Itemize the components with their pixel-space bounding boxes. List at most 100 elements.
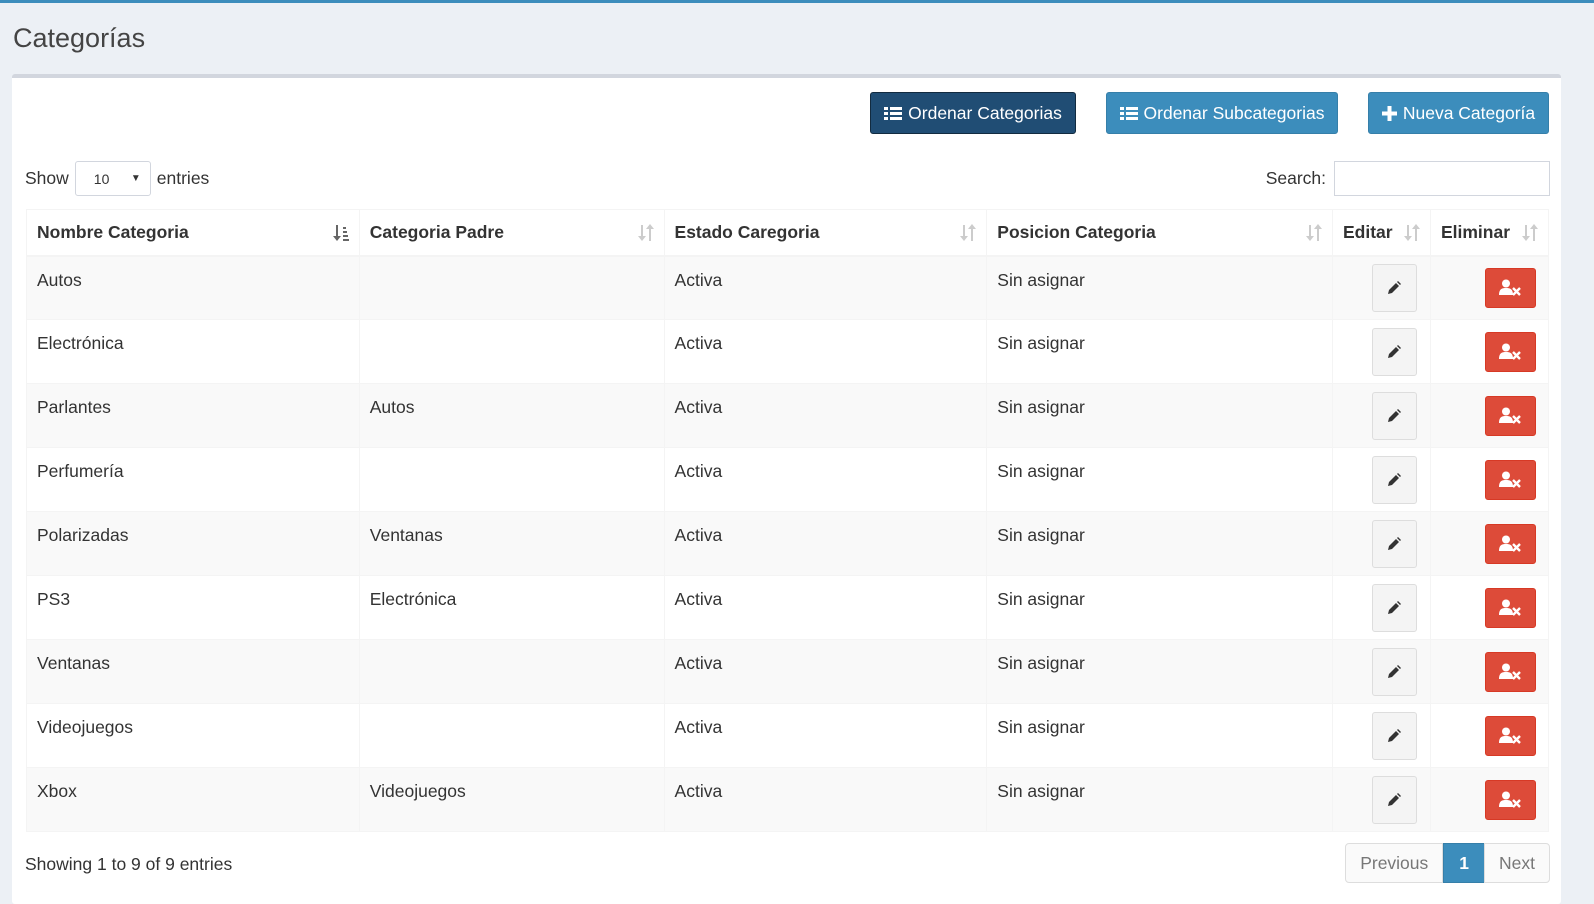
position-cell: Sin asignar [986,575,1333,640]
search-label: Search: [1265,168,1326,188]
user-times-icon [1499,663,1522,680]
position-cell: Sin asignar [986,767,1333,832]
order-subcategories-button[interactable]: Ordenar Subcategorias [1106,92,1338,134]
column-header[interactable]: Categoria Padre [358,209,665,257]
order-categories-button[interactable]: Ordenar Categorias [870,92,1076,134]
column-header[interactable]: Estado Caregoria [663,209,988,257]
plus-icon [1381,105,1397,121]
parent-category-cell [358,319,665,384]
table-row: Ventanas Activa Sin asignar [26,639,1550,704]
category-name-cell: Perfumería [26,447,360,512]
pencil-icon [1388,600,1402,614]
delete-cell [1429,767,1550,832]
edit-cell [1332,575,1431,640]
sort-icon [1403,224,1420,241]
parent-category-cell: Electrónica [358,575,665,640]
pencil-icon [1388,792,1402,806]
delete-button[interactable] [1484,779,1536,820]
table-row: Electrónica Activa Sin asignar [26,319,1550,384]
position-cell: Sin asignar [986,383,1333,448]
page-1-button[interactable]: 1 [1443,843,1486,883]
edit-button[interactable] [1371,455,1417,504]
sort-icon [1522,224,1538,241]
edit-button[interactable] [1371,775,1417,824]
status-cell: Activa [663,575,988,640]
new-category-button[interactable]: Nueva Categoría [1368,92,1549,134]
pagination: Previous 1 Next [1345,843,1550,883]
column-header[interactable]: Editar [1332,209,1431,257]
table-row: PS3 Electrónica Activa Sin asignar [26,575,1550,640]
category-name-cell: Ventanas [26,639,360,704]
page-size-select[interactable]: 10 ▼ [74,161,151,196]
new-category-label: Nueva Categoría [1402,102,1536,123]
user-times-icon [1499,535,1522,552]
pencil-icon [1388,472,1402,486]
delete-button[interactable] [1484,459,1536,500]
sort-icon [960,224,977,241]
search-input[interactable] [1334,161,1550,196]
delete-button[interactable] [1484,523,1536,564]
page-size-value: 10 [93,170,110,187]
table-row: Videojuegos Activa Sin asignar [26,703,1550,768]
table-header-row: Nombre Categoria Categoria Padre Estado … [26,209,1550,257]
edit-cell [1332,511,1431,576]
table-row: Parlantes Autos Activa Sin asignar [26,383,1550,448]
edit-button[interactable] [1371,711,1417,760]
pencil-icon [1388,280,1402,294]
list-icon [884,106,903,121]
edit-cell [1332,255,1431,320]
edit-button[interactable] [1371,327,1417,376]
sort-icon [1306,224,1322,241]
user-times-icon [1499,727,1522,744]
previous-page-button[interactable]: Previous [1345,843,1444,883]
edit-button[interactable] [1371,647,1417,696]
delete-button[interactable] [1484,331,1536,372]
status-cell: Activa [663,255,988,320]
page-title: Categorías [13,23,146,53]
edit-button[interactable] [1371,391,1417,440]
parent-category-cell: Autos [358,383,665,448]
user-times-icon [1499,279,1522,297]
next-page-button[interactable]: Next [1484,843,1550,883]
delete-button[interactable] [1484,395,1536,436]
parent-category-cell [358,639,665,704]
parent-category-cell [358,255,665,320]
category-name-cell: PS3 [26,575,360,640]
edit-cell [1332,383,1431,448]
edit-button[interactable] [1371,263,1417,312]
delete-cell [1429,703,1550,768]
edit-button[interactable] [1371,519,1417,568]
edit-cell [1332,319,1431,384]
parent-category-cell [358,447,665,512]
table-info: Showing 1 to 9 of 9 entries [25,854,233,874]
delete-button[interactable] [1484,587,1536,628]
sort-asc-icon [332,225,349,241]
column-header[interactable]: Posicion Categoria [986,209,1333,257]
category-name-cell: Autos [26,255,360,320]
entries-label: entries [156,168,210,188]
position-cell: Sin asignar [986,319,1333,384]
list-icon [1119,106,1138,121]
status-cell: Activa [663,319,988,384]
delete-button[interactable] [1484,267,1536,308]
delete-button[interactable] [1484,715,1536,756]
delete-button[interactable] [1484,651,1536,692]
edit-cell [1332,767,1431,832]
edit-button[interactable] [1371,583,1417,632]
position-cell: Sin asignar [986,447,1333,512]
status-cell: Activa [663,639,988,704]
user-times-icon [1499,471,1522,488]
table-row: Autos Activa Sin asignar [26,255,1550,320]
table-row: Polarizadas Ventanas Activa Sin asignar [26,511,1550,576]
categories-box: Ordenar Categorias Ordenar Subcategorias… [12,74,1561,904]
position-cell: Sin asignar [986,255,1333,320]
category-name-cell: Parlantes [26,383,360,448]
status-cell: Activa [663,447,988,512]
column-header[interactable]: Eliminar [1429,209,1550,257]
edit-cell [1332,447,1431,512]
category-name-cell: Videojuegos [26,703,360,768]
column-header[interactable]: Nombre Categoria [26,209,360,257]
user-times-icon [1499,599,1522,616]
delete-cell [1429,447,1550,512]
caret-down-icon: ▼ [130,173,141,184]
